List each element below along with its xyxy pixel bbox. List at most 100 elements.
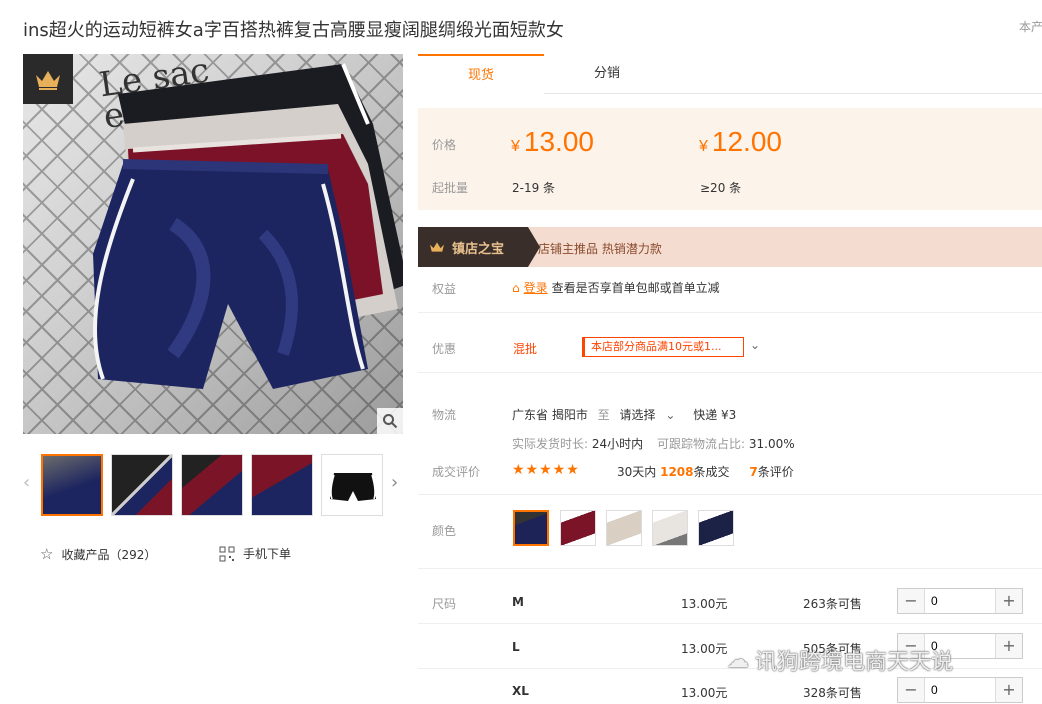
divider <box>418 623 1042 624</box>
reviews-count[interactable]: 7 <box>749 465 757 479</box>
main-product-image[interactable]: Le sac en papier <box>23 54 403 434</box>
color-swatch-burgundy[interactable] <box>560 510 596 546</box>
shorts-illustration <box>92 63 403 389</box>
qrcode-icon <box>219 546 235 561</box>
zoom-button[interactable] <box>377 408 403 434</box>
size-stock: 263条可售 <box>803 597 862 611</box>
plus-button[interactable]: + <box>996 678 1022 702</box>
tier2-price-value: 12.00 <box>711 126 782 157</box>
logistics-label: 物流 <box>432 408 457 422</box>
deals-sold-count[interactable]: 1208 <box>660 465 693 479</box>
watermark-text: 讯狗跨境电商天天说 <box>755 650 954 675</box>
deals-summary: 30天内 1208条成交 7条评价 <box>617 463 794 480</box>
reviews-suffix: 条评价 <box>757 465 794 479</box>
gift-icon: ⌂ <box>512 280 520 295</box>
moq-label: 起批量 <box>432 181 469 195</box>
price-panel: 价格 起批量 ¥13.00 ¥12.00 2-19 条 ≥20 条 <box>418 108 1042 210</box>
crown-badge <box>23 54 73 104</box>
divider <box>418 312 1042 313</box>
rights-label: 权益 <box>432 282 457 296</box>
deals-sold-suffix: 条成交 <box>693 465 730 479</box>
size-price: 13.00元 <box>681 642 728 656</box>
deals-label: 成交评价 <box>432 465 481 479</box>
mobile-order-label: 手机下单 <box>243 547 292 561</box>
thumbnail-3[interactable] <box>181 454 243 516</box>
wechat-icon: ☁ <box>727 647 749 673</box>
color-swatch-navy[interactable] <box>513 510 549 546</box>
tab-distribution[interactable]: 分销 <box>544 54 670 94</box>
plus-button[interactable]: + <box>996 589 1022 613</box>
size-stock: 328条可售 <box>803 686 862 700</box>
origin-text: 广东省 揭阳市 <box>512 408 588 422</box>
store-treasure-badge: 镇店之宝 <box>418 227 540 267</box>
price-label: 价格 <box>432 138 457 152</box>
magnifier-icon <box>383 414 398 429</box>
promo-text: 店铺主推品 热销潜力款 <box>538 242 662 256</box>
shipping-stats: 实际发货时长: 24小时内 可跟踪物流占比: 31.00% <box>512 435 795 452</box>
color-swatch-champagne[interactable] <box>606 510 642 546</box>
mobile-order-button[interactable]: 手机下单 <box>219 545 291 562</box>
to-text: 至 <box>597 408 610 422</box>
crown-icon <box>36 71 60 90</box>
currency-symbol: ¥ <box>699 138 708 155</box>
tier2-qty: ≥20 条 <box>700 181 742 195</box>
tier1-price: ¥13.00 <box>511 126 594 158</box>
minus-button[interactable]: − <box>898 678 924 702</box>
star-outline-icon: ☆ <box>40 545 54 563</box>
ship-time-value: 24小时内 <box>591 437 644 451</box>
size-name: XL <box>512 684 529 698</box>
size-price: 13.00元 <box>681 686 728 700</box>
quantity-input[interactable] <box>924 589 996 613</box>
quantity-input[interactable] <box>924 678 996 702</box>
thumbnail-5[interactable] <box>321 454 383 516</box>
trace-rate-value: 31.00% <box>748 437 795 451</box>
thumb-prev-icon[interactable]: ‹ <box>23 472 30 493</box>
tier1-qty: 2-19 条 <box>512 181 556 195</box>
thumb-next-icon[interactable]: › <box>391 472 398 493</box>
thumbnail-1[interactable] <box>41 454 103 516</box>
badge-text: 镇店之宝 <box>452 241 505 257</box>
quantity-stepper: − + <box>897 588 1023 614</box>
favorite-button[interactable]: ☆ 收藏产品（292） <box>40 545 156 563</box>
size-name: L <box>512 640 520 654</box>
thumbnail-4[interactable] <box>251 454 313 516</box>
color-label: 颜色 <box>432 524 457 538</box>
express-fee: 快递 ¥3 <box>693 408 737 422</box>
title-right-text: 本产 <box>1019 20 1042 34</box>
tier2-price: ¥12.00 <box>699 126 782 158</box>
color-swatch-white[interactable] <box>652 510 688 546</box>
trace-label: 可跟踪物流占比: <box>656 437 746 451</box>
product-title: ins超火的运动短裤女a字百搭热裤复古高腰显瘦阔腿绸缎光面短款女 <box>23 20 564 41</box>
size-price: 13.00元 <box>681 597 728 611</box>
ship-time-label: 实际发货时长: <box>512 437 589 451</box>
thumbnail-2[interactable] <box>111 454 173 516</box>
currency-symbol: ¥ <box>511 138 520 155</box>
plus-button[interactable]: + <box>996 634 1022 658</box>
thumbnail-strip: ‹ › <box>23 452 406 516</box>
rights-text: 查看是否享首单包邮或首单立减 <box>551 281 720 295</box>
mixed-batch-label: 混批 <box>513 342 538 356</box>
tab-spot[interactable]: 现货 <box>418 54 544 94</box>
size-label: 尺码 <box>432 597 457 611</box>
quantity-stepper: − + <box>897 677 1023 703</box>
rights-row: ⌂ 登录 查看是否享首单包邮或首单立减 <box>512 279 720 296</box>
discount-label: 优惠 <box>432 342 457 356</box>
rating-stars: ★★★★★ <box>512 462 580 478</box>
deals-days: 30天内 <box>617 465 657 479</box>
chevron-down-icon[interactable]: ⌄ <box>750 338 760 352</box>
coupon-tag[interactable]: 本店部分商品满10元或1... <box>582 337 744 357</box>
chevron-down-icon[interactable]: ⌄ <box>665 408 675 422</box>
favorite-label: 收藏产品（292） <box>61 547 157 562</box>
watermark: ☁ 讯狗跨境电商天天说 <box>727 644 953 676</box>
divider <box>418 372 1042 373</box>
tier1-price-value: 13.00 <box>523 126 594 157</box>
store-treasure-bar: 镇店之宝 店铺主推品 热销潜力款 <box>418 227 1042 267</box>
crown-icon <box>430 242 444 252</box>
purchase-tabs: 现货 分销 <box>418 54 1042 94</box>
destination-select[interactable]: 请选择 <box>620 408 656 422</box>
minus-button[interactable]: − <box>898 589 924 613</box>
login-link[interactable]: 登录 <box>524 279 548 296</box>
size-name: M <box>512 595 524 609</box>
divider <box>418 568 1042 569</box>
color-swatch-blue[interactable] <box>698 510 734 546</box>
